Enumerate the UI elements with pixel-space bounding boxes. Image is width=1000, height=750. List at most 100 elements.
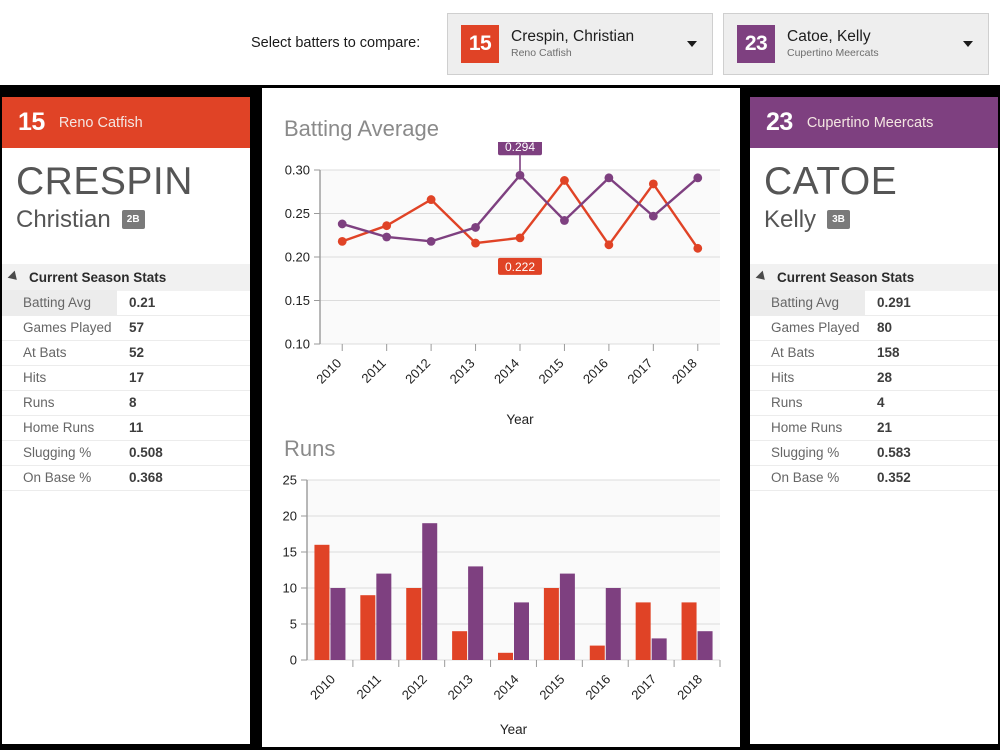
svg-text:2014: 2014 <box>491 672 522 703</box>
player-card-left-header: 15 Reno Catfish <box>2 97 250 148</box>
player-select-right-number: 23 <box>737 25 775 63</box>
stat-label: Runs <box>23 395 55 411</box>
stat-label: Home Runs <box>23 420 95 436</box>
svg-text:2012: 2012 <box>402 356 433 387</box>
chevron-down-icon[interactable] <box>963 41 973 47</box>
stat-label: Batting Avg <box>2 290 117 316</box>
player-card-right-last-name: CATOE <box>764 160 898 203</box>
svg-text:2015: 2015 <box>536 672 567 703</box>
stat-value: 0.291 <box>877 295 911 311</box>
svg-text:2011: 2011 <box>354 672 384 702</box>
table-row: Hits 28 <box>750 366 998 391</box>
table-row: Home Runs 21 <box>750 416 998 441</box>
svg-text:2014: 2014 <box>491 356 522 387</box>
svg-text:2018: 2018 <box>674 672 705 703</box>
svg-text:2016: 2016 <box>582 672 613 703</box>
stat-value: 21 <box>877 420 893 436</box>
player-select-right[interactable]: 23 Catoe, Kelly Cupertino Meercats <box>723 13 989 75</box>
svg-text:2012: 2012 <box>399 672 430 703</box>
stat-label: On Base % <box>23 470 92 486</box>
stat-label: Hits <box>23 370 47 386</box>
svg-text:10: 10 <box>283 581 297 596</box>
svg-text:Year: Year <box>506 412 534 427</box>
svg-text:2017: 2017 <box>624 356 655 387</box>
stat-value: 57 <box>129 320 145 336</box>
stat-value: 4 <box>877 395 885 411</box>
player-select-left-number: 15 <box>461 25 499 63</box>
stat-label: At Bats <box>771 345 815 361</box>
stat-value: 0.508 <box>129 445 163 461</box>
stats-table-right: Batting Avg 0.291 Games Played 80 At Bats 158… <box>750 290 998 491</box>
svg-text:2018: 2018 <box>669 356 700 387</box>
stat-label: Runs <box>771 395 803 411</box>
stat-value: 0.352 <box>877 470 911 486</box>
svg-text:20: 20 <box>283 509 297 524</box>
stat-value: 80 <box>877 320 893 336</box>
table-row: Batting Avg 0.291 <box>750 290 998 316</box>
stat-label: On Base % <box>771 470 840 486</box>
collapse-triangle-icon[interactable] <box>758 272 768 282</box>
svg-text:2010: 2010 <box>313 356 344 387</box>
svg-text:2013: 2013 <box>447 356 478 387</box>
table-row: Runs 4 <box>750 391 998 416</box>
stat-value: 11 <box>129 420 144 436</box>
player-card-right-team: Cupertino Meercats <box>806 114 934 131</box>
svg-text:2013: 2013 <box>445 672 476 703</box>
toolbar-label: Select batters to compare: <box>251 35 421 51</box>
player-card-left-team: Reno Catfish <box>58 114 143 131</box>
table-row: Games Played 80 <box>750 316 998 341</box>
svg-text:0.25: 0.25 <box>285 206 310 221</box>
stat-value: 0.21 <box>129 295 156 311</box>
svg-text:0.294: 0.294 <box>505 142 535 154</box>
chevron-down-icon[interactable] <box>687 41 697 47</box>
table-row: Batting Avg 0.21 <box>2 290 250 316</box>
player-select-left[interactable]: 15 Crespin, Christian Reno Catfish <box>447 13 713 75</box>
svg-text:0.15: 0.15 <box>285 293 310 308</box>
stat-label: Games Played <box>771 320 860 336</box>
stat-value: 0.583 <box>877 445 911 461</box>
player-select-left-name: Crespin, Christian <box>511 29 635 46</box>
collapse-triangle-icon[interactable] <box>10 272 20 282</box>
player-select-right-name: Catoe, Kelly <box>787 29 871 46</box>
stats-section-header-right[interactable]: Current Season Stats <box>750 263 998 291</box>
svg-text:2016: 2016 <box>580 356 611 387</box>
player-card-left: 15 Reno Catfish CRESPIN Christian 2B Cur… <box>2 97 250 744</box>
svg-text:15: 15 <box>283 545 297 560</box>
svg-text:5: 5 <box>290 617 297 632</box>
stat-label: Hits <box>771 370 795 386</box>
batting-average-chart-svg[interactable]: 0.10 0.15 0.20 0.25 0.30 2010 2011 2012 2013 2014… <box>262 142 740 432</box>
player-card-right-first-name: Kelly <box>764 205 817 233</box>
stat-label: At Bats <box>23 345 67 361</box>
stats-section-title: Current Season Stats <box>29 269 167 285</box>
table-row: Slugging % 0.583 <box>750 441 998 466</box>
batting-average-chart: Batting Average 0.10 0.15 0.20 0.25 0.30 2010… <box>262 116 740 432</box>
stats-section-header-left[interactable]: Current Season Stats <box>2 263 250 291</box>
batting-average-chart-title: Batting Average <box>284 116 439 141</box>
table-row: Hits 17 <box>2 366 250 391</box>
svg-text:2015: 2015 <box>536 356 567 387</box>
table-row: Slugging % 0.508 <box>2 441 250 466</box>
svg-text:0.10: 0.10 <box>285 337 310 352</box>
player-card-left-last-name: CRESPIN <box>16 160 193 203</box>
table-row: On Base % 0.368 <box>2 466 250 491</box>
table-row: At Bats 52 <box>2 341 250 366</box>
stat-value: 28 <box>877 370 893 386</box>
stats-table-left: Batting Avg 0.21 Games Played 57 At Bats 52 Hi… <box>2 290 250 491</box>
table-row: Games Played 57 <box>2 316 250 341</box>
svg-text:2017: 2017 <box>628 672 659 703</box>
svg-text:0.20: 0.20 <box>285 250 310 265</box>
player-select-right-team: Cupertino Meercats <box>787 46 879 59</box>
stats-section-title: Current Season Stats <box>777 269 915 285</box>
table-row: Runs 8 <box>2 391 250 416</box>
stat-value: 158 <box>877 345 900 361</box>
svg-text:2010: 2010 <box>307 672 338 703</box>
svg-text:Year: Year <box>500 722 528 737</box>
table-row: On Base % 0.352 <box>750 466 998 491</box>
table-row: At Bats 158 <box>750 341 998 366</box>
runs-chart-svg[interactable]: 0 5 10 15 20 25 2010 2011 2012 2013 2014 2015 2016 20… <box>262 462 740 747</box>
stat-label: Slugging % <box>23 445 92 461</box>
player-card-right-header: 23 Cupertino Meercats <box>750 97 998 148</box>
stat-value: 8 <box>129 395 137 411</box>
toolbar: Select batters to compare: 15 Crespin, C… <box>0 0 1000 88</box>
table-row: Home Runs 11 <box>2 416 250 441</box>
